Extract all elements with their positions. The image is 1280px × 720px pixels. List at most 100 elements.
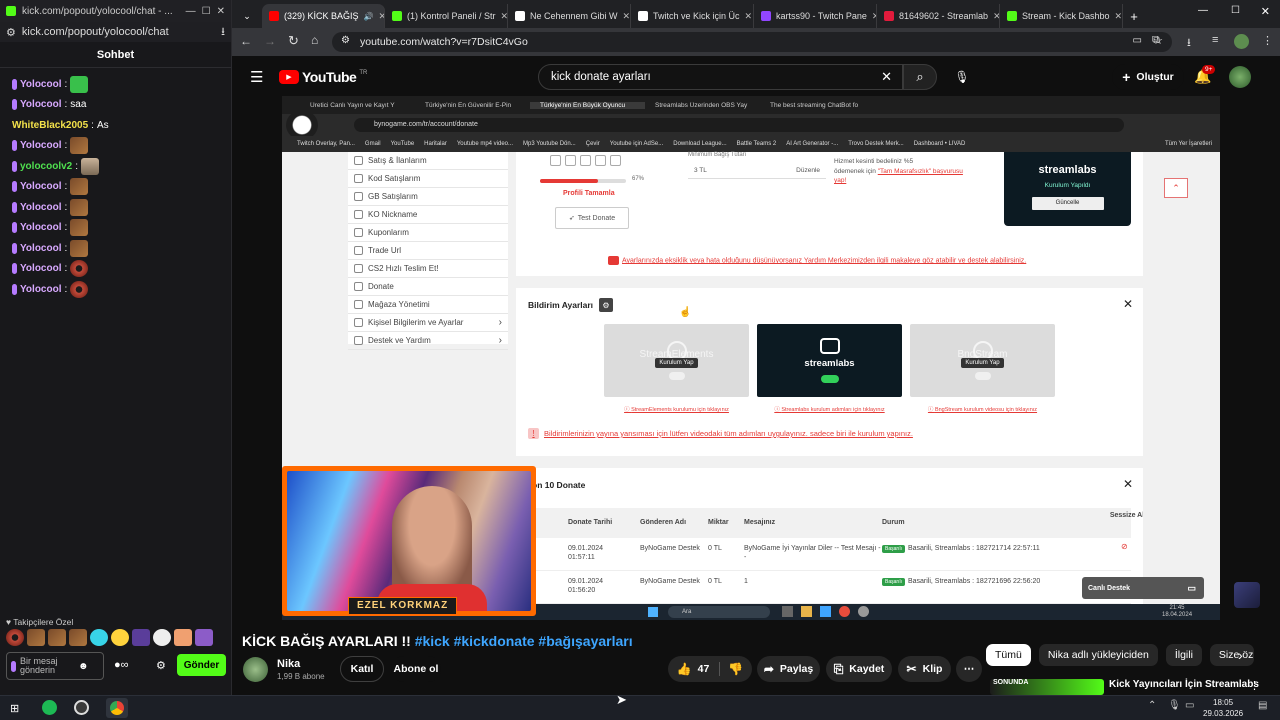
share-button[interactable]: ➦ Paylaş	[757, 656, 820, 682]
new-tab-icon[interactable]: +	[1123, 4, 1145, 28]
browser-tab[interactable]: (1) Kontrol Paneli / Str ✕	[385, 4, 508, 28]
search-button[interactable]: ⌕	[903, 64, 937, 90]
site-info-icon[interactable]: ⚙	[6, 26, 16, 39]
close-donate-history-icon[interactable]: ✕	[1123, 477, 1133, 491]
streamlabs-update-button[interactable]: Güncelle	[1031, 197, 1104, 210]
toggle-switch[interactable]	[668, 372, 685, 380]
tab-search-icon[interactable]: ⌄	[236, 4, 258, 28]
browser-tab[interactable]: (329) KİCK BAĞIŞ🔊✕	[262, 4, 385, 28]
scroll-top-button[interactable]: ⌃	[1164, 178, 1188, 198]
chat-username[interactable]: Yolocool	[20, 263, 61, 274]
chat-username[interactable]: yolocoolv2	[20, 161, 72, 172]
youtube-icon[interactable]	[565, 155, 576, 166]
windows-start-icon[interactable]: ⊞	[10, 702, 19, 715]
close-notification-settings-icon[interactable]: ✕	[1123, 297, 1133, 311]
mute-icon[interactable]: ⊘	[1121, 542, 1128, 551]
spotify-icon[interactable]	[42, 700, 57, 715]
browser-menu-icon[interactable]: ⋮	[1262, 34, 1273, 47]
instagram-icon[interactable]	[580, 155, 591, 166]
tray-chevron-icon[interactable]: ⌃	[1148, 700, 1156, 711]
emote-face[interactable]	[48, 629, 66, 646]
emote-picker-row[interactable]	[6, 629, 213, 646]
twitch-icon[interactable]	[550, 155, 561, 166]
recommended-video[interactable]: SONUNDA Kick Yayıncıları İçin Streamlabs…	[990, 679, 1280, 695]
chat-username[interactable]: WhiteBlack2005	[12, 120, 88, 131]
chat-url-bar[interactable]: ⚙ kick.com/popout/yolocool/chat ⭳	[0, 22, 231, 42]
emote-hand[interactable]	[174, 629, 192, 646]
chat-username[interactable]: Yolocool	[20, 181, 61, 192]
setup-button[interactable]: Kurulum Yap	[961, 358, 1004, 368]
clip-button[interactable]: ✂ Klip	[898, 656, 951, 682]
tab-audio-icon[interactable]: 🔊	[364, 12, 374, 21]
filter-chip[interactable]: Nika adlı yükleyiciden	[1038, 644, 1158, 666]
voice-search-button[interactable]: 🎙	[948, 64, 976, 90]
close-icon[interactable]: ✕	[217, 6, 225, 17]
channel-name[interactable]: Nika	[277, 658, 300, 670]
chat-settings-icon[interactable]: ⚙	[156, 659, 166, 672]
tab-close-icon[interactable]: ✕	[993, 11, 999, 22]
tab-close-icon[interactable]: ✕	[745, 11, 753, 22]
profile-avatar[interactable]	[1234, 34, 1249, 49]
back-icon[interactable]: ←	[240, 34, 252, 48]
emoji-icon[interactable]: ☻	[78, 661, 89, 672]
chat-username[interactable]: Yolocool	[20, 99, 61, 110]
filter-chip[interactable]: Size öz	[1209, 644, 1254, 666]
emote-white[interactable]	[153, 629, 171, 646]
emote-face[interactable]	[69, 629, 87, 646]
hamburger-menu-icon[interactable]: ☰	[250, 68, 263, 86]
channel-avatar[interactable]	[243, 657, 268, 682]
edit-button[interactable]: Düzenle	[796, 167, 820, 174]
filter-chip[interactable]: İlgili	[1165, 644, 1202, 666]
save-button[interactable]: ⎘ Kaydet	[826, 656, 892, 682]
youtube-search-input[interactable]: kick donate ayarları ✕	[538, 64, 903, 90]
send-button[interactable]: Gönder	[177, 654, 226, 676]
integration-tile-1[interactable]: StreamElements Kurulum Yap	[604, 324, 749, 397]
reload-icon[interactable]: ↻	[288, 33, 299, 49]
emote-donut[interactable]	[6, 629, 24, 646]
setup-warning[interactable]: ! Bildirimlerinizin yayına yansıması içi…	[528, 428, 913, 439]
extensions-icon[interactable]: ⧉	[1152, 34, 1160, 47]
tray-network-icon[interactable]: ▭	[1185, 700, 1194, 711]
notifications-button[interactable]: 🔔 9+	[1194, 65, 1216, 85]
browser-tab[interactable]: Ne Cehennem Gibi W ✕	[508, 4, 631, 28]
toggle-switch[interactable]	[974, 372, 991, 380]
tab-close-icon[interactable]: ✕	[501, 11, 507, 22]
chat-username[interactable]: Yolocool	[20, 243, 61, 254]
chat-username[interactable]: Yolocool	[20, 140, 61, 151]
emote-sad[interactable]	[111, 629, 129, 646]
recommended-more-icon[interactable]: ⋮	[1249, 679, 1260, 692]
download-icon[interactable]: ⭳	[221, 23, 225, 42]
integration-hint[interactable]: ⓘ StreamElements kurulumu için tıklayını…	[624, 405, 729, 413]
chips-next-icon[interactable]: ›	[1238, 647, 1243, 663]
window-minimize-icon[interactable]: —	[1198, 5, 1208, 16]
home-icon[interactable]: ⌂	[311, 33, 318, 47]
filter-chip[interactable]: Tümü	[986, 644, 1031, 666]
tab-close-icon[interactable]: ✕	[623, 11, 630, 22]
clock[interactable]: 18:05 29.03.2026	[1203, 697, 1243, 719]
browser-tab[interactable]: Twitch ve Kick için Üc ✕	[631, 4, 754, 28]
like-button[interactable]: 👍 47	[677, 662, 721, 676]
create-button[interactable]: + Oluştur	[1112, 64, 1184, 90]
toggle-switch-on[interactable]	[820, 375, 839, 383]
integration-hint[interactable]: ⓘ Streamlabs kurulum adımları için tıkla…	[774, 405, 884, 413]
setup-button[interactable]: Kurulum Yap	[655, 358, 698, 368]
emote-face[interactable]	[27, 629, 45, 646]
live-support-button[interactable]: Canlı Destek ▭	[1082, 577, 1204, 599]
chat-username[interactable]: Yolocool	[20, 202, 61, 213]
window-maximize-icon[interactable]: ☐	[1231, 5, 1240, 16]
subscribe-button[interactable]: Abone ol	[391, 656, 441, 682]
tab-close-icon[interactable]: ✕	[1115, 11, 1122, 22]
help-notice[interactable]: Ayarlarınızda eksiklik veya hata olduğun…	[608, 256, 1026, 265]
profile-complete-link[interactable]: Profili Tamamla	[563, 190, 615, 197]
join-button[interactable]: Katıl	[340, 656, 384, 682]
integration-hint[interactable]: ⓘ BngStream kurulum videosu için tıklayı…	[928, 405, 1037, 413]
more-actions-button[interactable]: ⋯	[956, 656, 982, 682]
integration-tile-2[interactable]: streamlabs	[757, 324, 902, 397]
browser-tab[interactable]: 81649602 - Streamlab ✕	[877, 4, 1000, 28]
fee-link-text[interactable]: ödemenek için "Tam Masrafsızlık" başvuru…	[834, 167, 964, 185]
minimize-icon[interactable]: —	[186, 6, 196, 17]
forward-icon[interactable]: →	[264, 34, 276, 48]
min-amount-input[interactable]: 3 TL Düzenle	[688, 164, 826, 179]
chat-username[interactable]: Yolocool	[20, 284, 61, 295]
maximize-icon[interactable]: ☐	[202, 6, 211, 17]
